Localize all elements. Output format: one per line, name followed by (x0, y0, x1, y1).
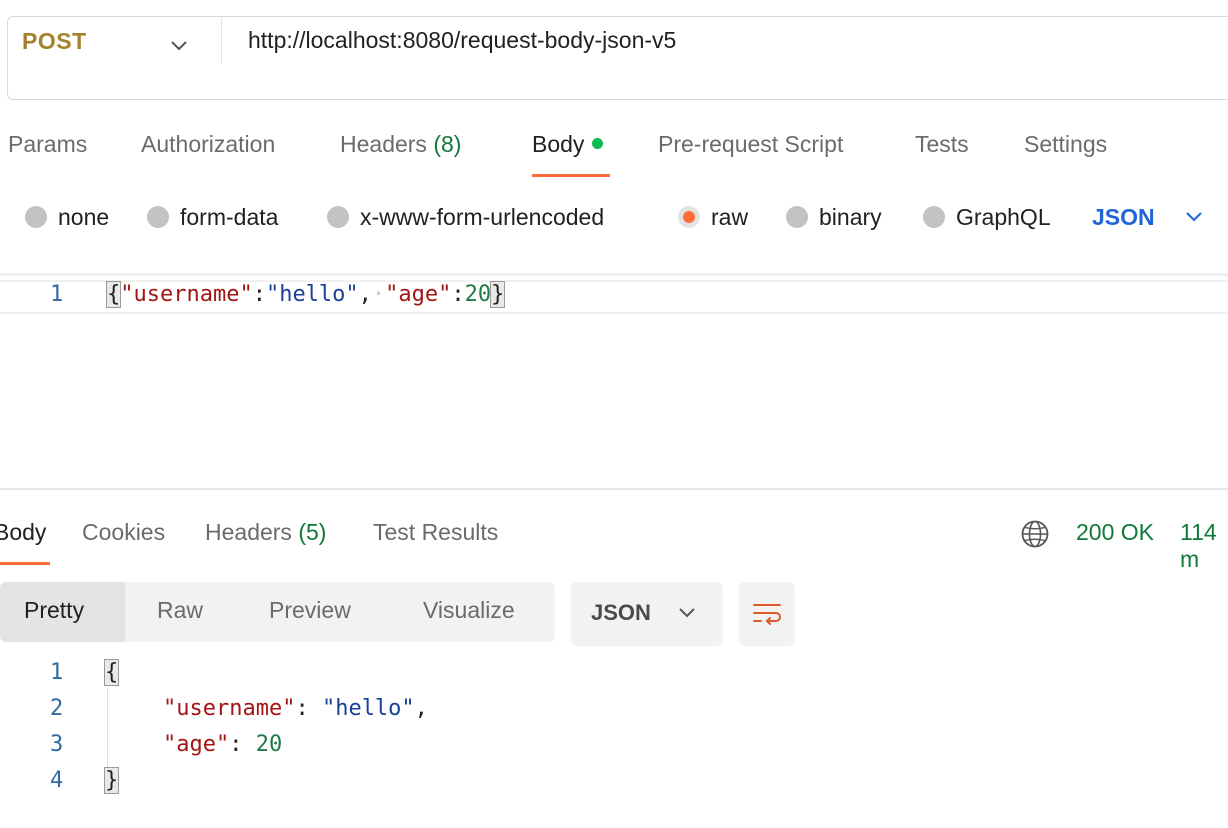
response-json-line: } (103, 767, 120, 794)
response-tab-test-results[interactable]: Test Results (373, 519, 498, 546)
headers-count: (8) (433, 131, 462, 157)
method-select[interactable]: POST (22, 28, 87, 55)
json-comma: , (414, 696, 428, 721)
radio-x-www-form-urlencoded[interactable] (327, 206, 349, 228)
chevron-down-icon[interactable] (678, 607, 696, 619)
radio-binary[interactable] (786, 206, 808, 228)
json-number: 20 (255, 732, 283, 757)
url-input[interactable]: http://localhost:8080/request-body-json-… (248, 27, 676, 54)
json-colon: : (295, 696, 322, 721)
tab-label: Body (532, 131, 585, 157)
json-key: "age" (385, 282, 452, 307)
view-mode-preview[interactable]: Preview (269, 597, 351, 624)
view-mode-pretty[interactable]: Pretty (24, 597, 84, 624)
line-number: 2 (50, 696, 64, 721)
line-number: 4 (50, 768, 64, 793)
tab-tests[interactable]: Tests (915, 131, 969, 158)
globe-icon[interactable] (1020, 519, 1050, 549)
radio-graphql[interactable] (923, 206, 945, 228)
status-code[interactable]: 200 OK (1076, 519, 1154, 546)
tab-authorization[interactable]: Authorization (141, 131, 275, 158)
wrap-lines-icon[interactable] (751, 598, 783, 630)
request-body-editor[interactable]: {"username":"hello",·"age":20} (105, 281, 506, 308)
pane-splitter[interactable] (0, 488, 1228, 490)
body-format-select[interactable]: JSON (1092, 204, 1155, 231)
response-time[interactable]: 114 m (1180, 519, 1228, 573)
json-key: "username" (120, 282, 253, 307)
response-json-line: "username": "hello", (163, 696, 428, 721)
response-tab-cookies[interactable]: Cookies (82, 519, 165, 546)
headers-count: (5) (298, 519, 327, 545)
tab-settings[interactable]: Settings (1024, 131, 1107, 158)
response-tab-body[interactable]: Body (0, 519, 46, 546)
radio-label-form-data[interactable]: form-data (180, 204, 278, 231)
response-format-label[interactable]: JSON (591, 600, 651, 626)
radio-label-graphql[interactable]: GraphQL (956, 204, 1051, 231)
json-key: "username" (163, 696, 296, 721)
radio-none[interactable] (25, 206, 47, 228)
json-colon: : (229, 732, 256, 757)
json-colon: : (252, 282, 266, 307)
whitespace-marker: · (371, 282, 386, 307)
line-number: 1 (50, 660, 64, 685)
radio-label-binary[interactable]: binary (819, 204, 882, 231)
radio-form-data[interactable] (147, 206, 169, 228)
json-string: "hello" (265, 282, 359, 307)
editor-border (0, 273, 1228, 276)
tab-pre-request-script[interactable]: Pre-request Script (658, 131, 843, 158)
radio-label-raw[interactable]: raw (711, 204, 748, 231)
brace: } (490, 281, 506, 308)
tab-label: Headers (205, 519, 292, 545)
radio-label-none[interactable]: none (58, 204, 109, 231)
radio-raw[interactable] (678, 206, 700, 228)
json-number: 20 (464, 282, 492, 307)
tab-params[interactable]: Params (8, 131, 87, 158)
body-modified-dot (592, 138, 604, 150)
chevron-down-icon[interactable] (170, 40, 188, 52)
active-tab-indicator (0, 562, 50, 565)
divider (221, 18, 222, 64)
response-tab-headers[interactable]: Headers (5) (205, 519, 326, 546)
line-number: 1 (50, 282, 64, 307)
active-tab-indicator (532, 174, 610, 177)
view-mode-raw[interactable]: Raw (157, 597, 203, 624)
brace: { (105, 281, 122, 308)
tab-label: Headers (340, 131, 427, 157)
json-colon: : (451, 282, 465, 307)
response-json-line: { (103, 659, 120, 686)
line-number: 3 (50, 732, 64, 757)
json-string: "hello" (321, 696, 415, 721)
view-mode-visualize[interactable]: Visualize (423, 597, 515, 624)
brace: } (103, 767, 120, 794)
indent-guide (107, 688, 108, 770)
chevron-down-icon[interactable] (1185, 211, 1203, 223)
json-key: "age" (163, 732, 230, 757)
response-json-line: "age": 20 (163, 732, 282, 757)
tab-headers[interactable]: Headers (8) (340, 131, 461, 158)
radio-label-urlencoded[interactable]: x-www-form-urlencoded (360, 204, 604, 231)
tab-body[interactable]: Body (532, 131, 604, 158)
json-comma: , (358, 282, 372, 307)
brace: { (103, 659, 120, 686)
